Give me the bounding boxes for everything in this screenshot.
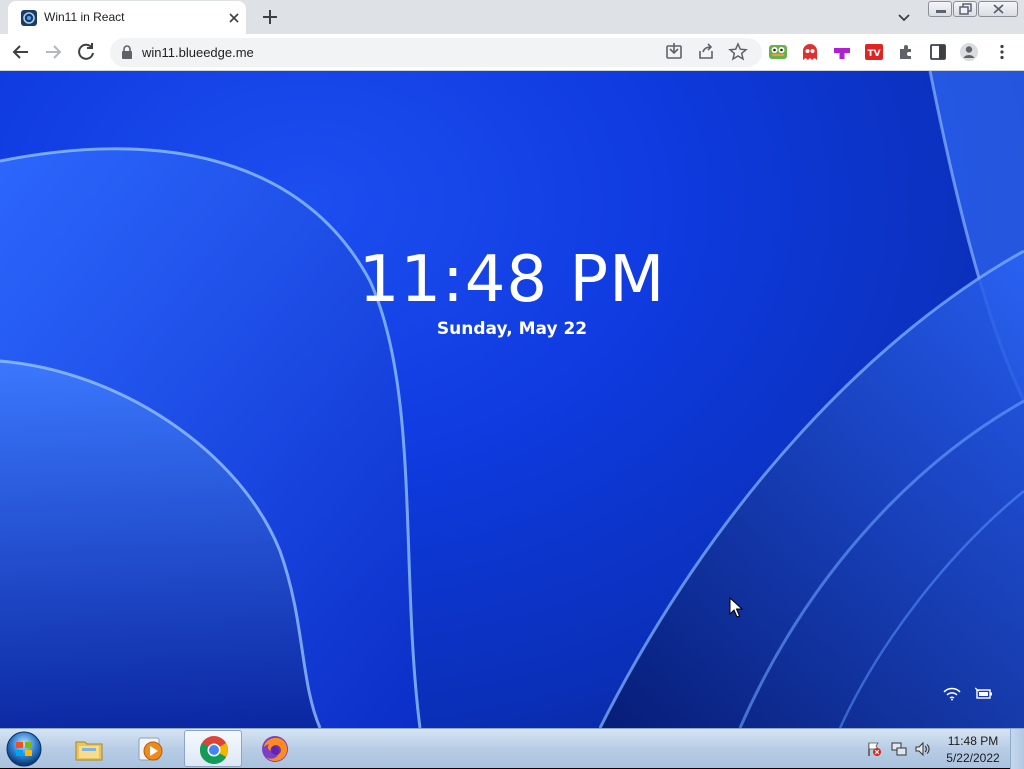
taskbar-file-explorer[interactable]: [60, 730, 118, 767]
restore-window-button[interactable]: [953, 1, 977, 17]
frog-extension-icon[interactable]: [768, 42, 788, 62]
mouse-cursor-icon: [729, 597, 743, 618]
ghost-extension-icon[interactable]: [800, 42, 820, 62]
show-desktop-button[interactable]: [1010, 729, 1024, 769]
wifi-icon: [943, 687, 961, 701]
taskbar-media-player[interactable]: [122, 730, 180, 767]
tv-extension-icon[interactable]: TV: [864, 42, 884, 62]
new-tab-button[interactable]: [258, 5, 282, 29]
taskbar: 11:48 PM 5/22/2022: [0, 728, 1024, 769]
install-app-icon[interactable]: [662, 40, 686, 64]
menu-kebab-icon[interactable]: [992, 42, 1012, 62]
bookmark-star-icon[interactable]: [726, 40, 750, 64]
puzzle-extensions-icon[interactable]: [896, 42, 916, 62]
browser-tab-strip: Win11 in React: [0, 0, 1024, 34]
tab-close-icon[interactable]: [226, 10, 242, 26]
browser-toolbar: win11.blueedge.me TV: [0, 34, 1024, 71]
side-panel-icon[interactable]: [928, 42, 948, 62]
close-window-button[interactable]: [978, 1, 1018, 17]
start-button[interactable]: [4, 730, 44, 768]
tab-title: Win11 in React: [44, 10, 125, 24]
volume-icon[interactable]: [914, 741, 930, 757]
taskbar-clock-date[interactable]: 5/22/2022: [940, 751, 1006, 765]
firefox-icon: [262, 736, 288, 762]
file-explorer-icon: [75, 741, 103, 761]
win11-lock-screen[interactable]: 11:48 PM Sunday, May 22: [0, 71, 1024, 728]
profile-icon[interactable]: [959, 42, 979, 62]
back-arrow-icon[interactable]: [9, 40, 33, 64]
browser-tab[interactable]: Win11 in React: [8, 1, 246, 34]
forward-arrow-icon[interactable]: [41, 40, 65, 64]
action-center-flag-icon[interactable]: [866, 741, 882, 757]
url-text[interactable]: win11.blueedge.me: [142, 45, 254, 60]
taskbar-chrome[interactable]: [184, 730, 242, 767]
tetris-extension-icon[interactable]: [832, 42, 852, 62]
svg-text:TV: TV: [867, 49, 880, 59]
battery-icon: [975, 687, 992, 699]
chrome-icon: [200, 736, 228, 764]
media-player-icon: [138, 737, 163, 761]
address-bar[interactable]: win11.blueedge.me: [110, 38, 762, 67]
minimize-window-button[interactable]: [928, 1, 952, 17]
lock-screen-time: 11:48 PM: [358, 243, 666, 317]
wallpaper-bloom: [0, 71, 1024, 728]
tab-search-chevron-icon[interactable]: [894, 7, 914, 27]
reload-icon[interactable]: [74, 40, 98, 64]
share-icon[interactable]: [694, 40, 718, 64]
taskbar-clock-time[interactable]: 11:48 PM: [940, 734, 1006, 748]
win11-favicon-icon: [21, 10, 37, 26]
lock-screen-date: Sunday, May 22: [436, 319, 588, 339]
taskbar-firefox[interactable]: [246, 730, 304, 767]
lock-icon[interactable]: [120, 45, 134, 60]
network-icon[interactable]: [891, 741, 907, 757]
